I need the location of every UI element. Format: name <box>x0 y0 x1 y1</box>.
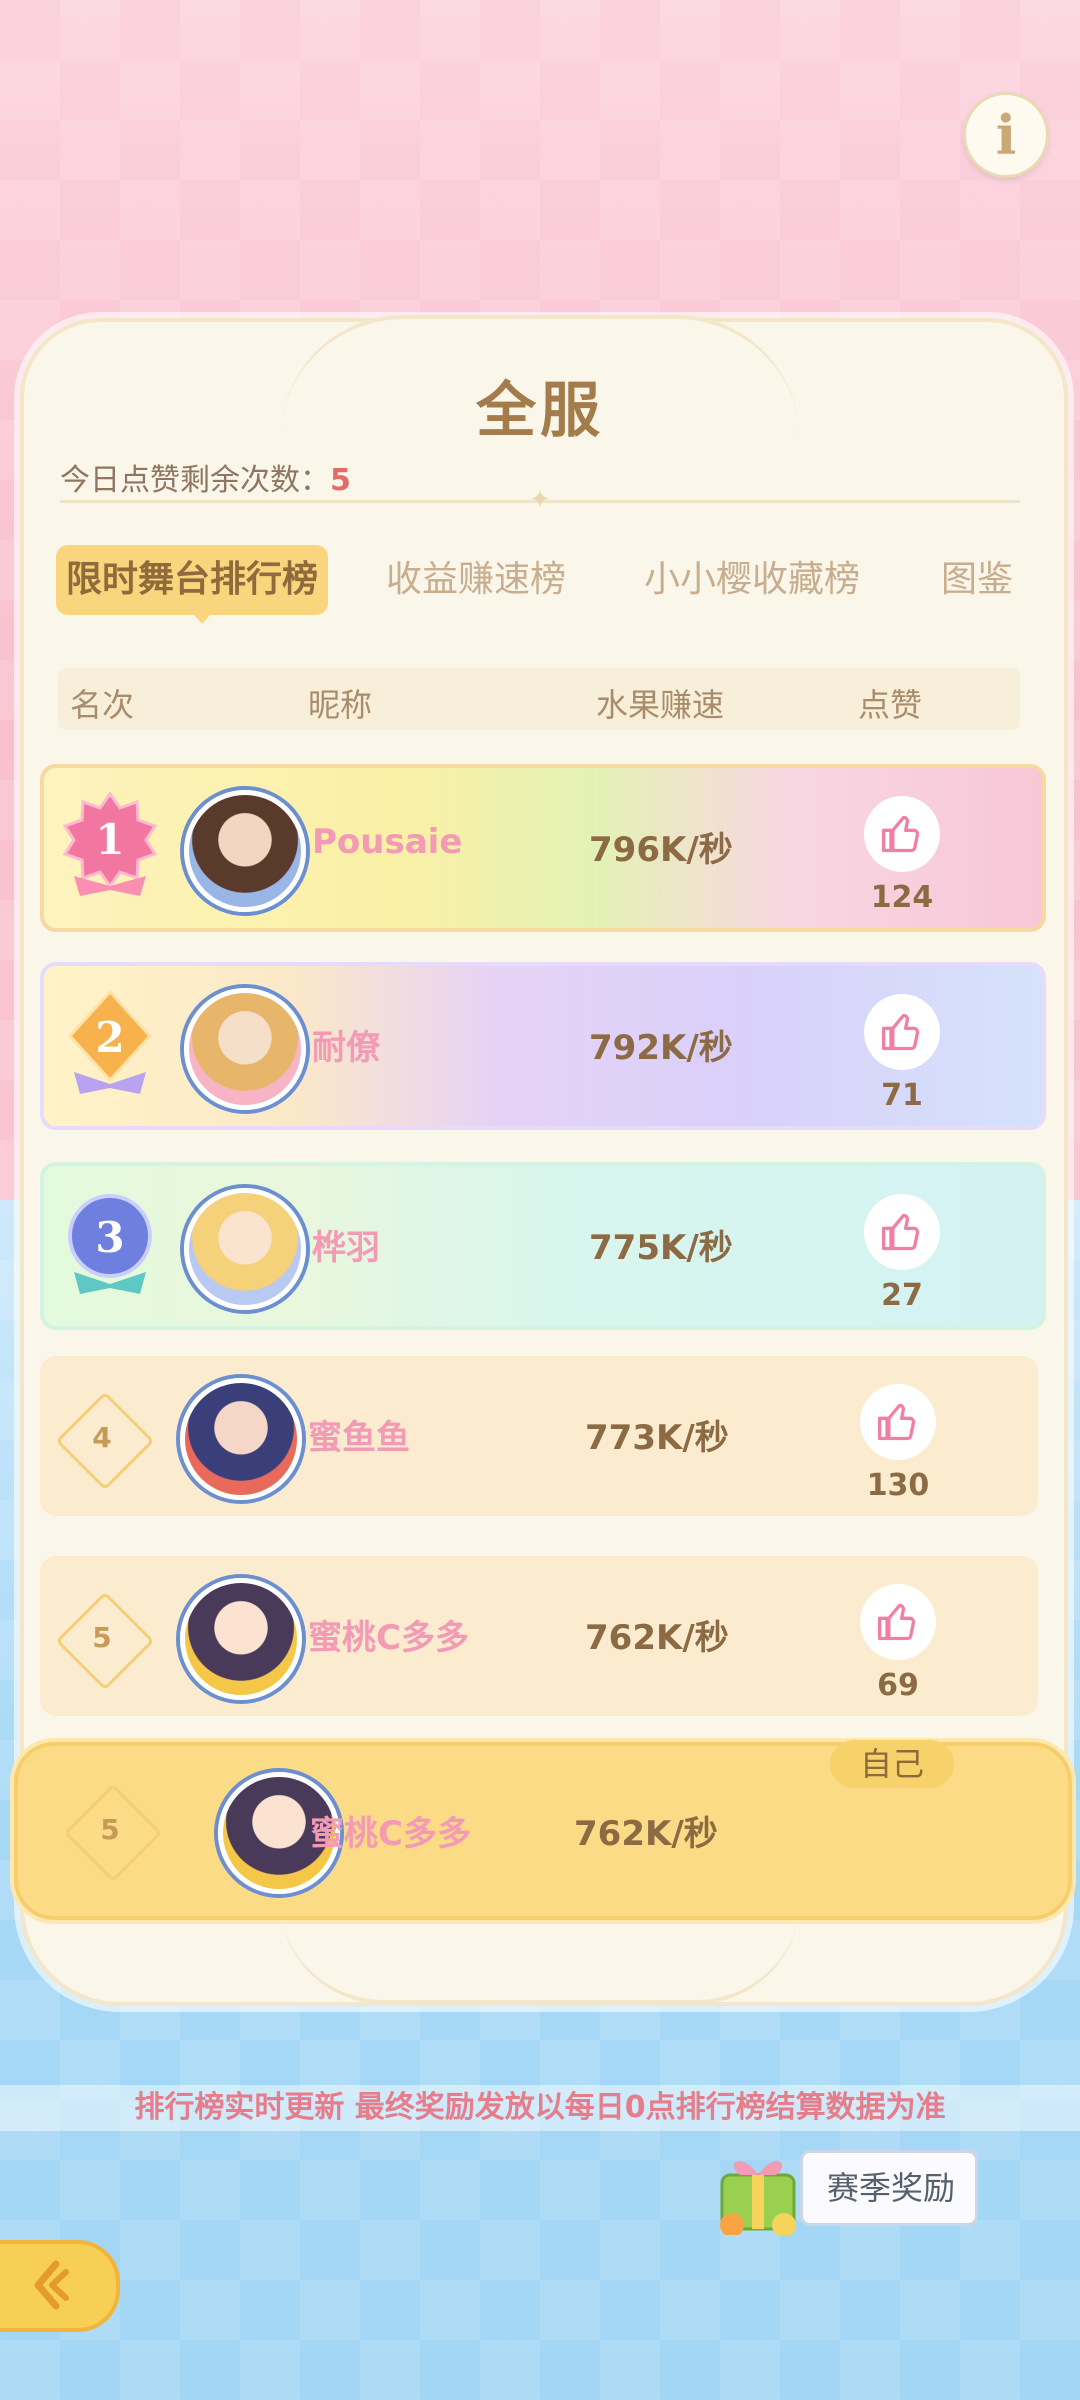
rank-number: 5 <box>92 1621 112 1654</box>
fruit-speed: 762K/秒 <box>585 1618 729 1658</box>
info-button[interactable]: i <box>963 92 1049 178</box>
rank-number: 3 <box>95 1213 124 1262</box>
tab-codex[interactable]: 图鉴 <box>941 545 1013 615</box>
column-nickname: 昵称 <box>308 686 373 724</box>
thumbs-up-icon <box>878 1603 916 1641</box>
thumbs-up-icon <box>882 815 920 853</box>
tab-earnings-speed[interactable]: 收益赚速榜 <box>386 545 566 615</box>
rank-number: 1 <box>95 815 124 864</box>
nickname: 耐僚 <box>312 1028 380 1068</box>
tab-stage-ranking[interactable]: 限时舞台排行榜 <box>56 545 329 615</box>
nickname: 桦羽 <box>312 1228 380 1268</box>
like-button[interactable] <box>864 1194 940 1270</box>
tab-pointer <box>188 608 216 624</box>
column-rank: 名次 <box>70 686 135 724</box>
like-button[interactable] <box>864 994 940 1070</box>
table-row: 3 桦羽 775K/秒 27 <box>40 1162 1046 1330</box>
like-button[interactable] <box>864 796 940 872</box>
table-row: 4 蜜鱼鱼 773K/秒 130 <box>40 1356 1038 1516</box>
nickname: 蜜桃C多多 <box>310 1814 471 1854</box>
page-title: 全服 <box>476 376 604 446</box>
season-reward-button[interactable]: 赛季奖励 <box>800 2150 978 2226</box>
gold-medal-icon: 1 <box>62 791 158 896</box>
notice-text: 排行榜实时更新 最终奖励发放以每日0点排行榜结算数据为准 <box>0 2085 1080 2131</box>
avatar[interactable] <box>180 1578 302 1700</box>
fruit-speed: 792K/秒 <box>589 1028 733 1068</box>
avatar[interactable] <box>184 790 306 912</box>
self-tag: 自己 <box>830 1740 954 1788</box>
thumbs-up-icon <box>882 1013 920 1051</box>
thumbs-up-icon <box>882 1213 920 1251</box>
back-arrow-icon <box>34 2260 69 2310</box>
sparkle-icon: ✦ <box>529 485 551 515</box>
silver-medal-icon: 2 <box>67 989 153 1094</box>
nickname: 蜜鱼鱼 <box>308 1418 410 1458</box>
table-row: 5 蜜桃C多多 762K/秒 69 <box>40 1556 1038 1716</box>
like-button[interactable] <box>860 1584 936 1660</box>
like-count: 130 <box>866 1468 930 1503</box>
like-count: 124 <box>870 880 934 915</box>
like-count: 69 <box>877 1668 919 1703</box>
bronze-medal-icon: 3 <box>68 1194 152 1294</box>
nickname: 蜜桃C多多 <box>308 1618 469 1658</box>
rank-number: 5 <box>100 1813 120 1846</box>
like-count: 71 <box>881 1078 923 1113</box>
gift-box-icon <box>720 2161 796 2235</box>
thumbs-up-icon <box>878 1403 916 1441</box>
tab-bar: 限时舞台排行榜 收益赚速榜 小小樱收藏榜 图鉴 <box>56 545 1036 615</box>
like-button[interactable] <box>860 1384 936 1460</box>
fruit-speed: 762K/秒 <box>574 1814 718 1854</box>
avatar[interactable] <box>184 1188 306 1310</box>
likes-remaining-label: 今日点赞剩余次数： <box>60 463 330 498</box>
likes-remaining: 今日点赞剩余次数：5 <box>60 455 351 499</box>
table-header: 名次 昵称 水果赚速 点赞 <box>58 668 1020 730</box>
column-speed: 水果赚速 <box>596 686 725 724</box>
nickname: Pousaie <box>312 822 463 862</box>
table-row: 1 Pousaie 796K/秒 124 <box>40 764 1046 932</box>
column-likes: 点赞 <box>858 686 923 724</box>
rank-number: 4 <box>92 1421 112 1454</box>
info-icon: i <box>995 103 1017 167</box>
like-count: 27 <box>881 1278 923 1313</box>
avatar[interactable] <box>180 1378 302 1500</box>
fruit-speed: 796K/秒 <box>589 830 733 870</box>
tab-collection[interactable]: 小小樱收藏榜 <box>644 545 860 615</box>
fruit-speed: 775K/秒 <box>589 1228 733 1268</box>
back-button[interactable] <box>0 2240 120 2332</box>
fruit-speed: 773K/秒 <box>585 1418 729 1458</box>
rank-number: 2 <box>95 1013 124 1062</box>
likes-remaining-value: 5 <box>330 463 351 498</box>
avatar[interactable] <box>184 988 306 1110</box>
table-row: 2 耐僚 792K/秒 71 <box>40 962 1046 1130</box>
